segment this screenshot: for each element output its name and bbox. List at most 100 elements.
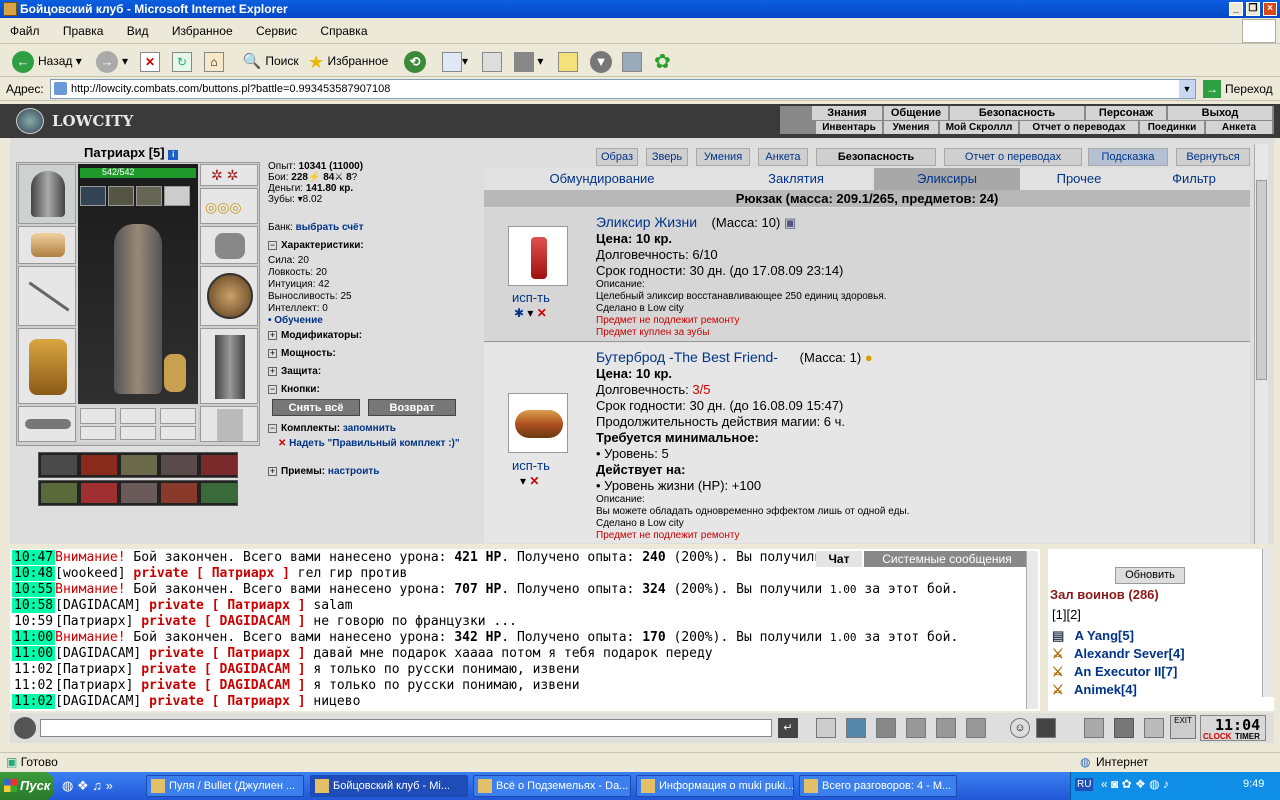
helmet-slot[interactable] bbox=[18, 164, 76, 224]
btn-skills[interactable]: Умения bbox=[696, 148, 750, 166]
address-input[interactable]: http://lowcity.combats.com/buttons.pl?ba… bbox=[50, 79, 1196, 99]
task-fight-club[interactable]: Бойцовский клуб - Mi... bbox=[310, 775, 468, 797]
section-protection[interactable]: + Защита: bbox=[268, 365, 478, 379]
exit-button[interactable]: EXIT bbox=[1170, 715, 1196, 739]
nav-my-scroll[interactable]: Мой Скроллл bbox=[940, 121, 1018, 134]
use-link[interactable]: исп-ть bbox=[512, 290, 550, 305]
go-button[interactable]: Переход bbox=[1225, 77, 1273, 101]
tab-filter[interactable]: Фильтр bbox=[1138, 168, 1250, 190]
hand-icon[interactable] bbox=[966, 718, 986, 738]
gift-icon[interactable]: ✱ bbox=[514, 306, 524, 320]
spell-slot-10[interactable] bbox=[201, 483, 237, 503]
drop-icon[interactable]: ✕ bbox=[529, 474, 539, 488]
spell-slot-8[interactable] bbox=[121, 483, 157, 503]
notes-button[interactable] bbox=[558, 49, 578, 73]
favorites-button[interactable]: ★ Избранное bbox=[308, 49, 388, 73]
edit-button[interactable]: ▾ bbox=[514, 49, 543, 73]
fight-icon[interactable] bbox=[906, 718, 926, 738]
armor-slot[interactable] bbox=[18, 328, 76, 404]
trade-icon[interactable] bbox=[936, 718, 956, 738]
menu-help[interactable]: Справка bbox=[320, 24, 367, 38]
empty-slot[interactable] bbox=[120, 426, 156, 440]
return-button[interactable]: Возврат bbox=[368, 399, 456, 416]
mail-button[interactable]: ▾ bbox=[442, 49, 468, 73]
btn-image[interactable]: Образ bbox=[596, 148, 638, 166]
smile-head-icon[interactable] bbox=[14, 717, 36, 739]
leggings-slot[interactable] bbox=[200, 328, 258, 404]
training-link[interactable]: • Обучение bbox=[268, 315, 352, 327]
tray-icons[interactable]: « ◙ ✿ ❖ ◍ ♪ bbox=[1101, 777, 1169, 791]
nav-character[interactable]: Персонаж bbox=[1086, 106, 1166, 120]
slot-scroll-4[interactable] bbox=[164, 186, 190, 206]
bracers-slot[interactable] bbox=[18, 226, 76, 264]
home-button[interactable]: ⌂ bbox=[204, 49, 224, 73]
info-icon[interactable]: i bbox=[168, 150, 179, 160]
weapon-slot[interactable] bbox=[18, 266, 76, 326]
refresh-button[interactable]: ↻ bbox=[172, 49, 192, 73]
room-icon[interactable] bbox=[876, 718, 896, 738]
icq-button[interactable]: ✿ bbox=[654, 49, 671, 73]
list-item[interactable]: ⚔ Animek[4] bbox=[1052, 681, 1262, 699]
section-power[interactable]: + Мощность: bbox=[268, 347, 478, 361]
chat-time[interactable]: 10:58 bbox=[12, 598, 56, 613]
search-button[interactable]: 🔍 Поиск bbox=[242, 49, 299, 73]
start-button[interactable]: Пуск bbox=[0, 772, 54, 800]
print-button[interactable] bbox=[482, 49, 502, 73]
empty-slot[interactable] bbox=[160, 426, 196, 440]
spell-slot-2[interactable] bbox=[81, 455, 117, 475]
shield-slot[interactable] bbox=[200, 266, 258, 326]
spell-slot-9[interactable] bbox=[161, 483, 197, 503]
nav-inventory[interactable]: Инвентарь bbox=[816, 121, 882, 134]
research-button[interactable] bbox=[622, 49, 642, 73]
send-icon[interactable]: ↵ bbox=[778, 718, 798, 738]
btn-hint[interactable]: Подсказка bbox=[1088, 148, 1168, 166]
chat-time[interactable]: 11:00 bbox=[12, 630, 56, 645]
private-tag[interactable]: private [ DAGIDACAM ] bbox=[141, 662, 305, 677]
belt-slot[interactable] bbox=[18, 406, 76, 442]
private-tag[interactable]: private [ Патриарх ] bbox=[149, 598, 306, 613]
drop-icon[interactable]: ✕ bbox=[537, 306, 547, 320]
task-dungeons[interactable]: Всё о Подземельях - Da... bbox=[473, 775, 631, 797]
private-tag[interactable]: private [ DAGIDACAM ] bbox=[141, 614, 305, 629]
nav-security[interactable]: Безопасность bbox=[950, 106, 1084, 120]
list-item[interactable]: ⚔ Alexandr Sever[4] bbox=[1052, 645, 1262, 663]
use-link[interactable]: исп-ть bbox=[512, 458, 550, 473]
chat-time[interactable]: 11:02 bbox=[12, 662, 55, 677]
language-indicator[interactable]: RU bbox=[1075, 778, 1094, 791]
nav-skills[interactable]: Умения bbox=[884, 121, 938, 134]
remove-all-button[interactable]: Снять всё bbox=[272, 399, 360, 416]
tab-equipment[interactable]: Обмундирование bbox=[484, 168, 720, 190]
gloves-slot[interactable] bbox=[200, 226, 258, 264]
section-modifiers[interactable]: + Модификаторы: bbox=[268, 329, 478, 343]
private-tag[interactable]: private [ DAGIDACAM ] bbox=[141, 678, 305, 693]
section-sets[interactable]: − Комплекты: запомнить bbox=[268, 422, 478, 436]
empty-slot[interactable] bbox=[160, 408, 196, 424]
nav-exit[interactable]: Выход bbox=[1168, 106, 1272, 120]
tab-chat[interactable]: Чат bbox=[816, 551, 862, 567]
menu-file[interactable]: Файл bbox=[10, 24, 40, 38]
configure-tricks-link[interactable]: настроить bbox=[328, 466, 379, 477]
remember-set-link[interactable]: запомнить bbox=[343, 423, 396, 434]
online-scrollbar[interactable] bbox=[1262, 549, 1274, 697]
chat-time[interactable]: 10:48 bbox=[12, 566, 56, 581]
close-button[interactable]: × bbox=[1263, 2, 1277, 16]
private-tag[interactable]: private [ Патриарх ] bbox=[133, 566, 290, 581]
tab-spells[interactable]: Заклятия bbox=[720, 168, 872, 190]
delete-set-icon[interactable]: ✕ bbox=[278, 438, 286, 449]
hall-pages[interactable]: [1][2] bbox=[1052, 607, 1081, 622]
inventory-scrollbar[interactable] bbox=[1254, 144, 1268, 544]
private-tag[interactable]: private [ Патриарх ] bbox=[149, 646, 306, 661]
messenger-button[interactable]: ▼ bbox=[590, 49, 616, 73]
chat-time[interactable]: 10:59 bbox=[12, 614, 55, 629]
spell-slot-5[interactable] bbox=[201, 455, 237, 475]
earrings-slot[interactable]: ✲ ✲ bbox=[200, 164, 258, 186]
scroll-thumb[interactable] bbox=[1256, 180, 1267, 380]
task-muki-puki[interactable]: Информация о muki puki... bbox=[636, 775, 794, 797]
btn-profile[interactable]: Анкета bbox=[758, 148, 808, 166]
back-button[interactable]: ← Назад ▾ bbox=[12, 49, 82, 73]
minimize-button[interactable]: _ bbox=[1229, 2, 1243, 16]
chat-time[interactable]: 11:02 bbox=[12, 694, 56, 709]
slot-scroll[interactable] bbox=[80, 186, 106, 206]
bank-link[interactable]: выбрать счёт bbox=[296, 222, 364, 233]
quicklaunch-icons[interactable]: ◍ ❖ ♫ » bbox=[62, 778, 113, 794]
